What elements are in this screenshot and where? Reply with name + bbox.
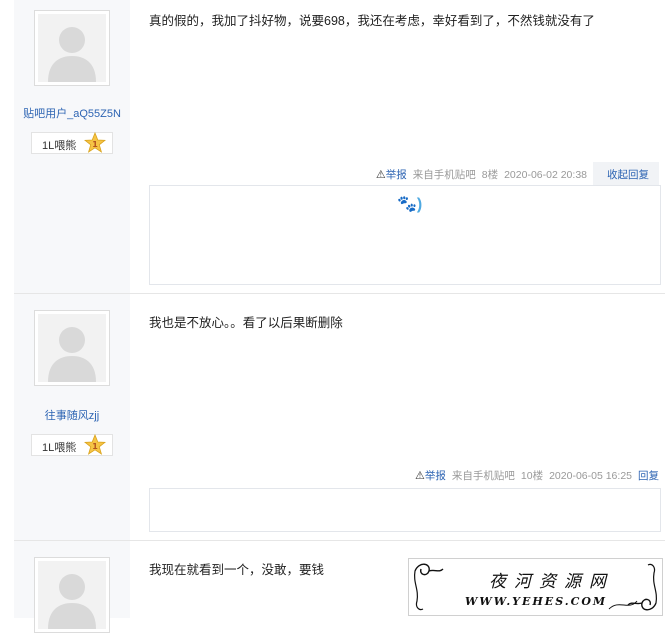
warning-triangle-icon: ⚠ [375,169,386,181]
username[interactable]: 贴吧用户_aQ55Z5N [14,105,130,121]
post-content: 我现在就看到一个，没敢，要钱 [149,563,325,577]
paw-emoji-icon: 🐾) [397,196,423,213]
watermark-title: 夜河资源网 [489,572,614,592]
post-content: 我也是不放心。。看了以后果断删除 [149,316,343,330]
source-label: 来自手机贴吧 [412,169,476,181]
author-sidebar: 往事随风zjj 1L喂熊 1 [14,294,130,540]
gold-star-level-icon: 1 [84,132,106,153]
username[interactable]: 往事随风zjj [14,407,130,423]
avatar[interactable] [34,557,110,633]
watermark-logo: 夜河资源网 WWW.YEHES.COM [408,558,663,616]
svg-text:1: 1 [92,140,98,149]
post-floor-10: 往事随风zjj 1L喂熊 1 我也是不放心。。看了以后果断删除 ⚠举报 来自手机贴… [0,294,665,540]
post-timestamp: 2020-06-02 20:38 [504,169,587,181]
level-name: 1L喂熊 [42,140,77,152]
report-link[interactable]: ⚠举报 [376,169,407,181]
post-content: 真的假的，我加了抖好物，说要698，我还在考虑，幸好看到了，不然钱就没有了 [149,14,595,28]
level-badge[interactable]: 1L喂熊 1 [31,132,113,154]
collapse-replies-button[interactable]: 收起回复 [593,162,659,187]
post-meta: ⚠举报 来自手机贴吧 8楼 2020-06-02 20:38 收起回复 [376,162,659,187]
avatar[interactable] [34,310,110,386]
source-label: 来自手机贴吧 [451,470,515,482]
post-meta: ⚠举报 来自手机贴吧 10楼 2020-06-05 16:25 回复 [415,468,659,483]
floor-number: 10楼 [520,470,544,482]
default-user-avatar-icon [38,314,106,382]
reply-button[interactable]: 回复 [638,470,659,482]
avatar[interactable] [34,10,110,86]
svg-text:1: 1 [92,442,98,451]
report-link[interactable]: ⚠举报 [415,470,446,482]
floor-number: 8楼 [481,169,499,181]
author-sidebar [14,541,130,633]
reply-panel: 🐾) [149,185,661,285]
watermark-url: WWW.YEHES.COM [465,595,608,608]
default-user-avatar-icon [38,14,106,82]
reply-panel [149,488,661,532]
post-timestamp: 2020-06-05 16:25 [549,470,632,482]
warning-triangle-icon: ⚠ [415,470,425,482]
gold-star-level-icon: 1 [84,434,106,455]
level-name: 1L喂熊 [42,442,77,454]
post-floor-8: 贴吧用户_aQ55Z5N 1L喂熊 1 真的假的，我加了抖好物，说要698，我还… [0,0,665,293]
default-user-avatar-icon [38,561,106,629]
level-badge[interactable]: 1L喂熊 1 [31,434,113,456]
author-sidebar: 贴吧用户_aQ55Z5N 1L喂熊 1 [14,0,130,293]
